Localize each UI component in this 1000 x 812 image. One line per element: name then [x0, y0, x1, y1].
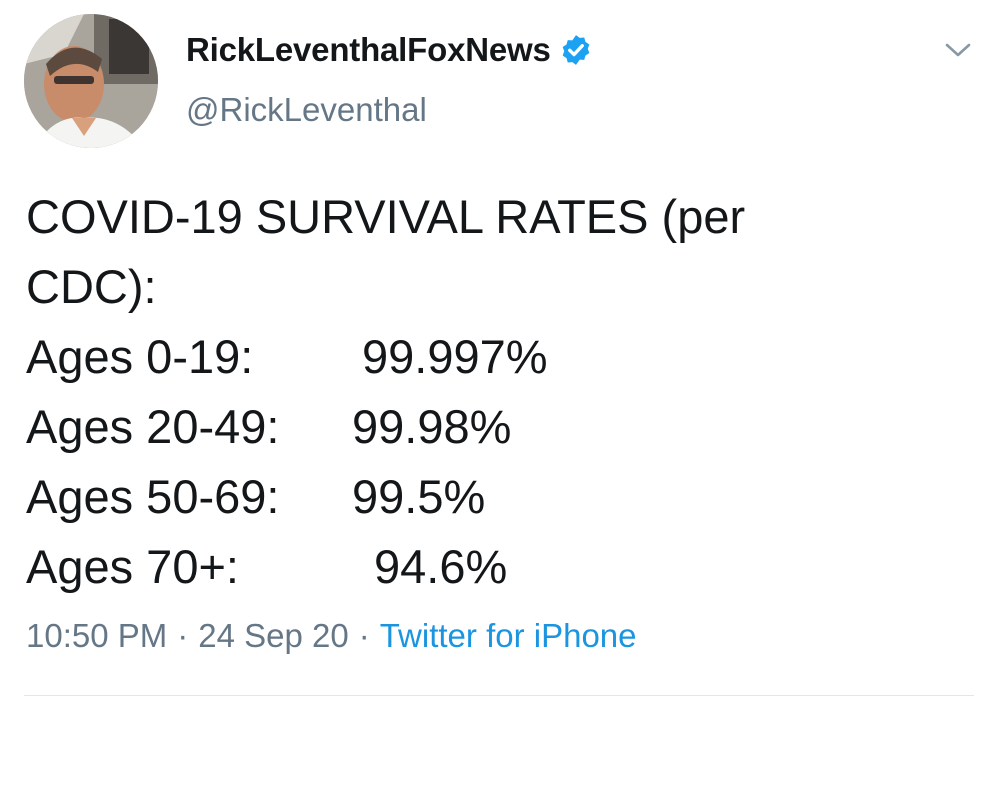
rate-value: 99.98%: [352, 400, 512, 453]
rate-label: Ages 20-49:: [26, 400, 280, 453]
meta-separator: ·: [177, 617, 189, 654]
rate-label: Ages 0-19:: [26, 330, 254, 383]
chevron-down-icon[interactable]: [944, 40, 972, 60]
handle[interactable]: @RickLeventhal: [186, 91, 427, 129]
meta-separator: ·: [358, 617, 370, 654]
rate-label: Ages 70+:: [26, 540, 239, 593]
tweet-text-line: CDC):: [26, 260, 157, 313]
verified-badge-icon: [562, 35, 589, 65]
rate-value: 99.5%: [352, 470, 486, 523]
tweet-time[interactable]: 10:50 PM: [26, 617, 167, 655]
avatar-image: [24, 14, 158, 148]
tweet: RickLeventhalFoxNews @RickLeventhal COVI…: [0, 0, 1000, 707]
rate-value: 99.997%: [362, 330, 548, 383]
rate-row: Ages 20-49: 99.98%: [26, 392, 966, 462]
tweet-text-line: COVID-19 SURVIVAL RATES (per: [26, 190, 746, 243]
display-name-row[interactable]: RickLeventhalFoxNews: [186, 28, 593, 72]
display-name[interactable]: RickLeventhalFoxNews: [186, 31, 551, 69]
divider: [24, 695, 974, 696]
rate-value: 94.6%: [374, 540, 508, 593]
rate-row: Ages 50-69: 99.5%: [26, 462, 966, 532]
rate-label: Ages 50-69:: [26, 470, 280, 523]
tweet-source-link[interactable]: Twitter for iPhone: [380, 617, 637, 655]
tweet-metadata: 10:50 PM · 24 Sep 20 · Twitter for iPhon…: [26, 617, 637, 655]
tweet-date[interactable]: 24 Sep 20: [198, 617, 348, 655]
avatar[interactable]: [24, 14, 158, 148]
rate-row: Ages 70+: 94.6%: [26, 532, 966, 602]
tweet-text: COVID-19 SURVIVAL RATES (per CDC): Ages …: [26, 182, 966, 602]
rate-row: Ages 0-19: 99.997%: [26, 322, 966, 392]
